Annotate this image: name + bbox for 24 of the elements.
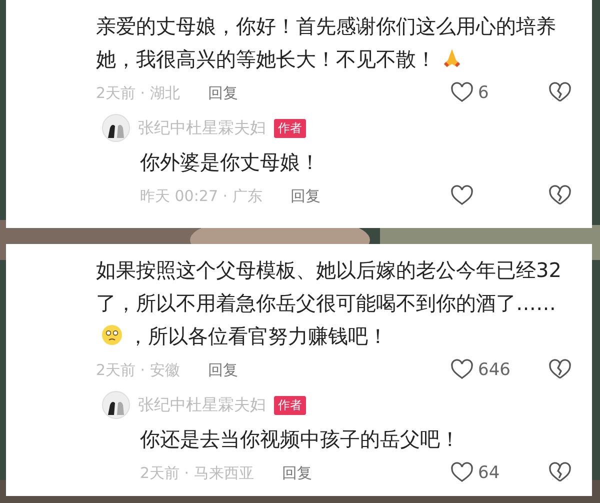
crying-face-icon <box>100 323 124 347</box>
like-count: 6 <box>478 83 489 103</box>
reply-link[interactable]: 回复 <box>208 84 238 102</box>
author-badge: 作者 <box>274 396 306 414</box>
avatar[interactable] <box>102 114 130 142</box>
comment-text: 如果按照这个父母模板、她以后嫁的老公今年已经32了，所以不用着急你岳父很可能喝不到你的酒了…… ，所以各位看官努力赚钱吧！ <box>96 257 562 350</box>
reply-link[interactable]: 回复 <box>290 186 320 206</box>
comment-meta: 昨天 00:27 · 广东 <box>140 186 262 206</box>
heart-icon[interactable] <box>450 184 474 208</box>
like-count: 64 <box>478 463 500 483</box>
comment-meta: 2天前 · 马来西亚 <box>140 464 254 482</box>
reply-link[interactable]: 回复 <box>208 360 238 380</box>
heart-icon[interactable] <box>450 81 474 105</box>
reply-link[interactable]: 回复 <box>282 464 312 482</box>
heart-icon[interactable] <box>450 358 474 382</box>
comment-text: 亲爱的丈母娘，你好！首先感谢你们这么用心的培养她，我很高兴的等她长大！不见不散！ <box>96 13 557 73</box>
comment-meta: 2天前 · 安徽 <box>96 360 180 380</box>
like-count: 646 <box>478 360 510 380</box>
comment-meta: 2天前 · 湖北 <box>96 84 180 102</box>
author-badge: 作者 <box>274 118 306 138</box>
comment-text: 你外婆是你丈母娘！ <box>139 149 321 176</box>
heart-icon[interactable] <box>450 461 474 485</box>
comment-text: 你还是去当你视频中孩子的岳父吧！ <box>139 426 461 453</box>
avatar[interactable] <box>102 391 130 419</box>
